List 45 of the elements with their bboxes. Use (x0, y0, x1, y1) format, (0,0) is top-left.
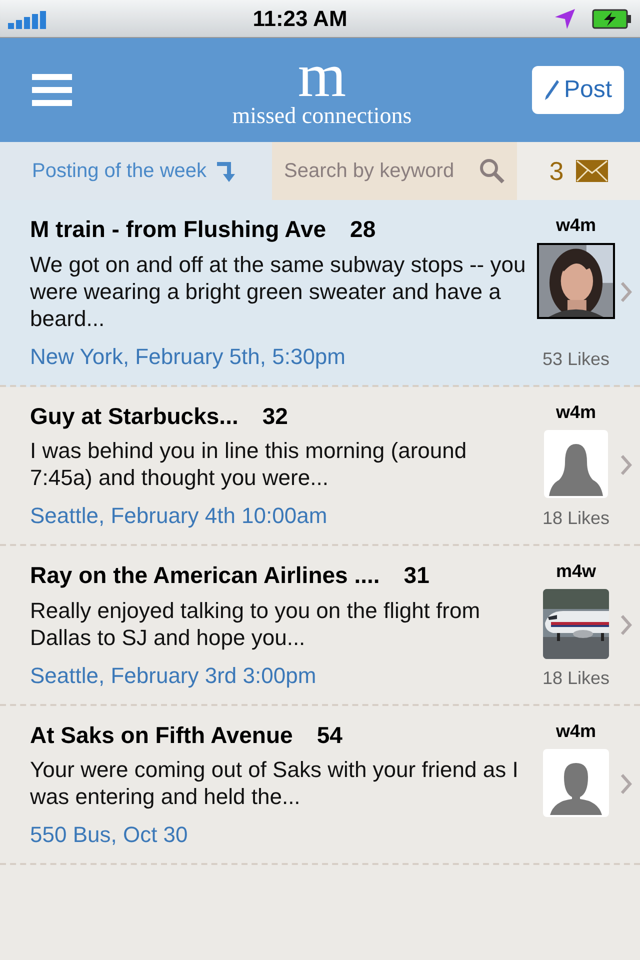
post-row[interactable]: At Saks on Fifth Avenue 54 Your were coming out of Saks with your friend as I was entering and held the... 550 Bus, Oct 30 w4m (0, 706, 640, 865)
posting-of-week-link[interactable]: Posting of the week (0, 142, 272, 200)
pencil-icon (544, 79, 560, 101)
post-number: 31 (404, 561, 430, 590)
post-row[interactable]: M train - from Flushing Ave 28 We got on and off at the same subway stops -- you were wearing a bright green sweater and have a beard... New York, February 5th, 5:30pm w4m 53 Likes (0, 200, 640, 386)
signal-icon (8, 8, 46, 28)
post-number: 28 (350, 215, 376, 244)
post-excerpt: Your were coming out of Saks with your friend as I was entering and held the... (30, 756, 520, 810)
likes-count: 18 Likes (542, 507, 610, 530)
post-excerpt: Really enjoyed talking to you on the flight from Dallas to SJ and hope you... (30, 596, 482, 650)
post-title: M train - from Flushing Ave (30, 215, 326, 244)
post-location-time[interactable]: Seattle, February 4th 10:00am (30, 499, 532, 532)
likes-count: 18 Likes (542, 666, 610, 690)
search-field[interactable]: Search by keyword (272, 142, 517, 200)
post-row[interactable]: Guy at Starbucks... 32 I was behind you in line this morning (around 7:45a) and thought you were... Seattle, February 4th 10:00am w4m 18 Likes (0, 386, 640, 546)
message-count: 3 (549, 154, 564, 188)
post-title: Guy at Starbucks... (30, 402, 238, 431)
chevron-right-icon[interactable] (620, 281, 632, 304)
post-location-time[interactable]: 550 Bus, Oct 30 (30, 818, 532, 851)
post-button[interactable]: Post (532, 66, 624, 114)
app-title: missed connections (232, 102, 412, 130)
post-title: At Saks on Fifth Avenue (30, 720, 293, 750)
post-location-time[interactable]: New York, February 5th, 5:30pm (30, 340, 532, 372)
logo-mark: m (298, 50, 346, 102)
person-silhouette-icon (548, 760, 604, 816)
location-arrow-icon (554, 8, 576, 30)
post-tag: m4w (556, 558, 596, 585)
envelope-icon[interactable] (576, 160, 608, 182)
menu-icon[interactable] (32, 74, 72, 106)
post-number: 32 (262, 402, 288, 430)
post-tag: w4m (556, 212, 596, 239)
post-number: 54 (316, 720, 342, 750)
post-tag: w4m (556, 718, 596, 744)
status-time: 11:23 AM (252, 5, 348, 33)
chevron-right-icon[interactable] (620, 614, 632, 636)
post-title: Ray on the American Airlines .... (30, 561, 380, 590)
battery-charging-icon (592, 8, 632, 28)
post-excerpt: We got on and off at the same subway stops -- you were wearing a bright green sweater and have a beard... (30, 250, 527, 332)
chevron-right-icon[interactable] (620, 773, 632, 796)
likes-count: 53 Likes (542, 348, 610, 370)
post-tag: w4m (556, 398, 596, 426)
chevron-right-icon[interactable] (620, 454, 632, 476)
search-icon (479, 158, 505, 184)
post-excerpt: I was behind you in line this morning (around 7:45a) and thought you were... (30, 437, 468, 491)
post-location-time[interactable]: Seattle, February 3rd 3:00pm (30, 658, 532, 692)
